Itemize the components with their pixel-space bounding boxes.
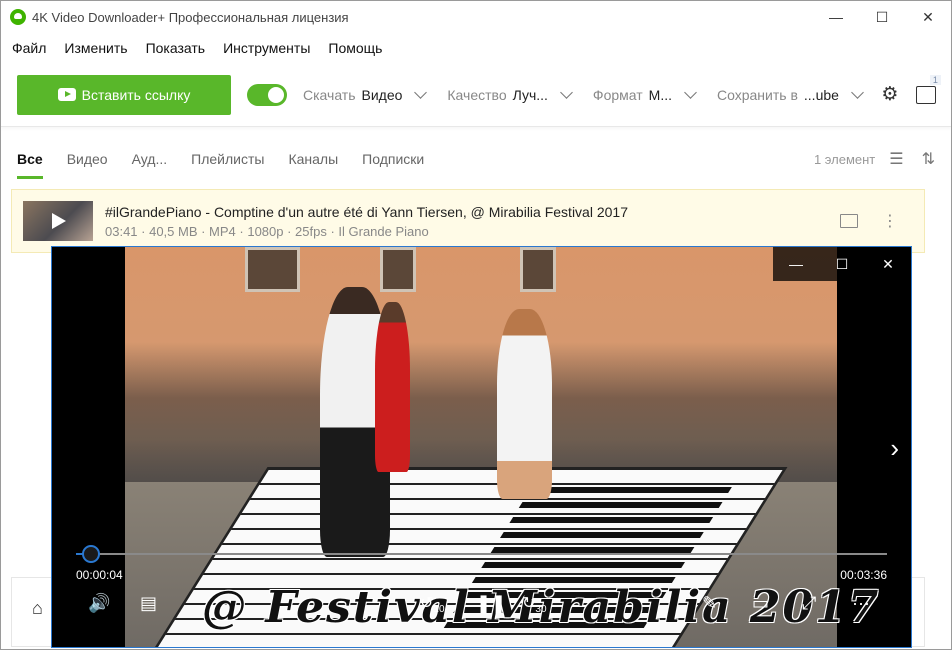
item-count: 1 элемент (813, 151, 876, 167)
app-window: 4K Video Downloader+ Профессиональная ли… (0, 0, 952, 650)
tab-playlists[interactable]: Плейлисты (191, 127, 264, 191)
menu-file[interactable]: Файл (5, 40, 53, 56)
skip-forward-button[interactable]: ↻30 (522, 593, 547, 615)
player-window-controls: — ☐ ✕ (773, 247, 911, 281)
building-window (520, 247, 556, 292)
paste-link-label: Вставить ссылку (81, 86, 191, 103)
download-type-value: Видео (361, 86, 403, 103)
chevron-down-icon (851, 86, 864, 99)
save-location-select[interactable]: Сохранить в ...ube (717, 86, 868, 103)
minimize-button[interactable]: — (813, 1, 859, 33)
volume-icon[interactable]: 🔊 (88, 593, 110, 614)
crowd (125, 342, 837, 482)
item-actions: ⋮ (840, 211, 898, 231)
filter-tabs: Все Видео Ауд... Плейлисты Каналы Подпис… (1, 127, 951, 191)
library-icon[interactable]: 1 (915, 74, 941, 104)
menu-edit[interactable]: Изменить (57, 40, 134, 56)
video-thumbnail[interactable] (23, 201, 93, 241)
building-window (245, 247, 300, 292)
item-title: #ilGrandePiano - Comptine d'un autre été… (105, 203, 628, 220)
menu-help[interactable]: Помощь (321, 40, 389, 56)
library-badge: 1 (929, 74, 941, 85)
list-tools: ☰ ⇅ (889, 149, 935, 169)
chevron-down-icon (414, 86, 428, 99)
format-label: Формат (592, 86, 643, 103)
player-controls: 🔊 ▤ ↺10 ❚❚ ↻30 ✎ ▭ ⤢ ··· (52, 593, 911, 627)
toolbar: Вставить ссылку Скачать Видео Качество Л… (1, 63, 951, 127)
violinist (375, 302, 410, 472)
menu-bar: Файл Изменить Показать Инструменты Помощ… (1, 33, 951, 63)
next-video-icon[interactable]: › (890, 433, 899, 464)
chevron-down-icon (684, 86, 697, 99)
item-info: #ilGrandePiano - Comptine d'un autre été… (105, 204, 628, 239)
save-location-value: ...ube (803, 86, 839, 103)
youtube-icon (57, 88, 76, 101)
tab-audio[interactable]: Ауд... (132, 127, 168, 191)
tab-video[interactable]: Видео (67, 127, 108, 191)
title-bar: 4K Video Downloader+ Профессиональная ли… (1, 1, 951, 33)
more-options-icon[interactable]: ··· (852, 593, 870, 614)
search-list-icon[interactable]: ☰ (889, 149, 903, 169)
sort-icon[interactable]: ⇅ (922, 149, 935, 169)
menu-tools[interactable]: Инструменты (216, 40, 317, 56)
edit-icon[interactable]: ✎ (702, 593, 717, 614)
more-icon[interactable]: ⋮ (882, 211, 898, 231)
skip-forward-seconds: 30 (535, 604, 547, 616)
building-window (380, 247, 416, 292)
save-location-label: Сохранить в (717, 86, 798, 103)
tab-all[interactable]: Все (17, 127, 43, 191)
player-close-button[interactable]: ✕ (865, 247, 911, 281)
menu-view[interactable]: Показать (139, 40, 213, 56)
seek-handle[interactable] (81, 545, 100, 563)
subtitles-icon[interactable]: ▤ (140, 593, 157, 614)
smart-mode-toggle[interactable] (247, 83, 287, 106)
maximize-button[interactable]: ☐ (859, 1, 905, 33)
tab-subscriptions[interactable]: Подписки (362, 127, 424, 191)
remaining-time: 00:03:36 (840, 568, 887, 582)
pause-icon[interactable]: ❚❚ (476, 593, 506, 614)
player-minimize-button[interactable]: — (773, 247, 819, 281)
download-type-label: Скачать (303, 86, 356, 103)
video-player-window[interactable]: — ☐ ✕ › @ Festival Mirabilia 2017 00:00:… (51, 246, 912, 648)
folder-icon[interactable] (840, 214, 858, 228)
app-logo-icon (10, 9, 26, 25)
window-controls: — ☐ ✕ (813, 1, 951, 33)
mini-view-icon[interactable]: ▭ (752, 593, 769, 614)
player-maximize-button[interactable]: ☐ (819, 247, 865, 281)
fullscreen-icon[interactable]: ⤢ (802, 593, 816, 614)
dancer (497, 309, 552, 499)
seek-bar[interactable] (76, 545, 887, 563)
chevron-down-icon (560, 86, 573, 99)
quality-select[interactable]: Качество Луч... (447, 86, 577, 103)
item-meta: 03:41 · 40,5 MB · MP4 · 1080p · 25fps · … (105, 223, 429, 239)
format-select[interactable]: Формат M... (592, 86, 701, 103)
skip-back-button[interactable]: ↺10 (420, 593, 445, 615)
home-icon[interactable]: ⌂ (32, 598, 43, 619)
paste-link-button[interactable]: Вставить ссылку (17, 74, 231, 115)
tab-channels[interactable]: Каналы (288, 127, 338, 191)
close-button[interactable]: ✕ (905, 1, 951, 33)
skip-back-seconds: 10 (433, 604, 445, 616)
list-item[interactable]: #ilGrandePiano - Comptine d'un autre été… (11, 189, 925, 253)
gear-icon[interactable]: ⚙ (880, 84, 900, 105)
format-value: M... (648, 86, 672, 103)
quality-value: Луч... (512, 86, 548, 103)
download-type-select[interactable]: Скачать Видео (303, 86, 431, 103)
quality-label: Качество (447, 86, 507, 103)
window-title: 4K Video Downloader+ Профессиональная ли… (32, 9, 349, 25)
elapsed-time: 00:00:04 (76, 568, 123, 582)
